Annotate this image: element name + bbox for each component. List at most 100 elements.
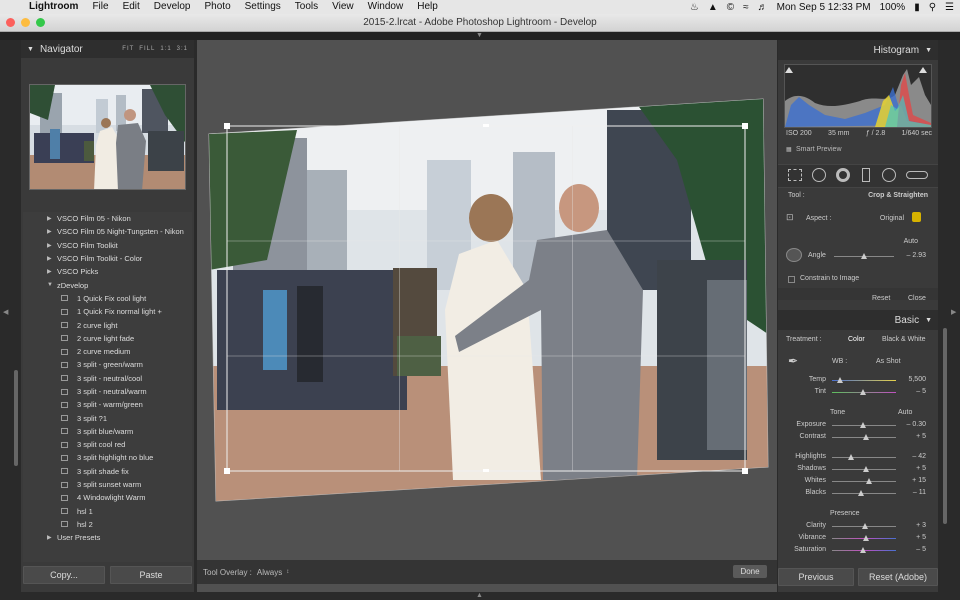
saturation-slider-thumb[interactable] [859,547,866,553]
menu-help[interactable]: Help [410,0,445,14]
battery-percent[interactable]: 100% [880,2,906,13]
temp-value[interactable]: 5,500 [896,376,926,383]
menu-develop[interactable]: Develop [147,0,198,14]
highlights-slider-thumb[interactable] [847,454,854,460]
whites-slider[interactable] [832,481,896,482]
copy-button[interactable]: Copy... [23,566,105,584]
crop-tool-icon[interactable] [788,169,802,181]
vibrance-value[interactable]: + 5 [896,534,926,541]
close-window-button[interactable] [6,18,15,27]
preset-item[interactable]: hsl 2 [23,518,192,531]
photo-view[interactable] [197,40,777,560]
volume-icon[interactable]: ♬ [758,2,768,13]
zoom-fill[interactable]: FILL [139,46,155,52]
aspect-select[interactable]: Original [864,215,904,222]
preset-item[interactable]: 3 split highlight no blue [23,451,192,464]
temp-slider-thumb[interactable] [836,377,843,383]
red-eye-icon[interactable] [836,168,850,182]
preset-item[interactable]: 1 Quick Fix normal light + [23,305,192,318]
crop-reset-button[interactable]: Reset [872,295,890,302]
adjustment-brush-icon[interactable] [906,171,928,179]
select-arrows-icon[interactable]: ↕ [286,569,289,575]
preset-item[interactable]: 3 split ?1 [23,411,192,424]
collapse-left-icon[interactable]: ◀ [3,308,8,316]
preset-item[interactable]: 3 split - green/warm [23,358,192,371]
preset-item[interactable]: 2 curve light fade [23,332,192,345]
menu-window[interactable]: Window [361,0,411,14]
wb-select[interactable]: As Shot [876,358,901,365]
preset-folder[interactable]: ▶ VSCO Picks [23,265,192,278]
menu-settings[interactable]: Settings [238,0,288,14]
zoom-window-button[interactable] [36,18,45,27]
copyright-icon[interactable]: © [727,2,734,13]
smart-preview-label[interactable]: Smart Preview [796,146,842,153]
treatment-color[interactable]: Color [848,336,865,343]
shadows-slider-thumb[interactable] [862,466,869,472]
preset-item[interactable]: 2 curve light [23,318,192,331]
contrast-slider-thumb[interactable] [862,434,869,440]
preset-item[interactable]: 3 split sunset warm [23,478,192,491]
tone-auto-button[interactable]: Auto [898,409,912,416]
preset-item[interactable]: 3 split - neutral/warm [23,385,192,398]
crop-close-button[interactable]: Close [908,295,926,302]
preset-folder[interactable]: ▶ VSCO Film Toolkit - Color [23,252,192,265]
zoom-1-1[interactable]: 1:1 [160,46,171,52]
collapse-bottom-icon[interactable]: ▲ [476,592,483,599]
navigator-collapse-icon[interactable]: ▼ [27,46,34,53]
reset-adobe-button[interactable]: Reset (Adobe) [858,568,938,586]
basic-header[interactable]: Basic ▼ [778,310,938,330]
preset-item[interactable]: 3 split - neutral/cool [23,372,192,385]
graduated-filter-icon[interactable] [862,168,870,182]
highlights-slider[interactable] [832,457,896,458]
blacks-slider-thumb[interactable] [857,490,864,496]
treatment-bw[interactable]: Black & White [882,336,926,343]
collapsed-arrow-icon[interactable]: ▶ [23,255,57,262]
menu-view[interactable]: View [325,0,361,14]
blacks-slider[interactable] [832,493,896,494]
clarity-slider-thumb[interactable] [862,523,869,529]
collapsed-arrow-icon[interactable]: ▶ [23,215,57,222]
preset-item[interactable]: 4 Windowlight Warm [23,491,192,504]
preset-item[interactable]: 3 split - warm/green [23,398,192,411]
collapse-top-icon[interactable]: ▼ [476,32,483,39]
eyedropper-icon[interactable]: ✒ [788,354,798,368]
menu-file[interactable]: File [85,0,115,14]
angle-auto-button[interactable]: Auto [888,238,918,245]
navigator-preview[interactable] [29,84,186,190]
preset-folder[interactable]: ▶ User Presets [23,531,192,544]
tint-value[interactable]: – 5 [896,388,926,395]
done-button[interactable]: Done [733,565,767,578]
crop-frame-icon[interactable]: ⊡ [786,212,794,223]
spotlight-icon[interactable]: ⚲ [929,2,936,13]
lock-icon[interactable] [912,212,921,222]
exposure-value[interactable]: – 0.30 [896,421,926,428]
right-scrollbar[interactable] [943,328,947,524]
radial-filter-icon[interactable] [882,168,896,182]
clock[interactable]: Mon Sep 5 12:33 PM [777,2,871,13]
basic-collapse-icon[interactable]: ▼ [925,317,932,324]
preset-item[interactable]: 3 split cool red [23,438,192,451]
exposure-slider-thumb[interactable] [859,422,866,428]
battery-icon[interactable]: ▮ [914,2,920,13]
preset-folder[interactable]: ▶ VSCO Film 05 Night-Tungsten - Nikon [23,225,192,238]
left-scrollbar[interactable] [14,370,18,466]
zoom-3-1[interactable]: 3:1 [177,46,188,52]
navigator-header[interactable]: ▼ Navigator FIT FILL 1:1 3:1 [21,40,194,58]
preset-item[interactable]: hsl 1 [23,505,192,518]
tint-slider-thumb[interactable] [859,389,866,395]
histogram-header[interactable]: Histogram ▼ [778,40,938,60]
saturation-value[interactable]: – 5 [896,546,926,553]
highlights-value[interactable]: – 42 [896,453,926,460]
angle-value[interactable]: – 2.93 [896,252,926,259]
previous-button[interactable]: Previous [778,568,854,586]
preset-item[interactable]: 2 curve medium [23,345,192,358]
shadows-value[interactable]: + 5 [896,465,926,472]
adobe-icon[interactable]: ▲ [708,2,718,13]
preset-folder[interactable]: ▶ VSCO Film Toolkit [23,239,192,252]
menu-photo[interactable]: Photo [198,0,238,14]
collapse-right-icon[interactable]: ▶ [951,308,956,316]
collapsed-arrow-icon[interactable]: ▶ [23,268,57,275]
collapsed-arrow-icon[interactable]: ▶ [23,242,57,249]
preset-item[interactable]: 3 split shade fix [23,465,192,478]
contrast-value[interactable]: + 5 [896,433,926,440]
